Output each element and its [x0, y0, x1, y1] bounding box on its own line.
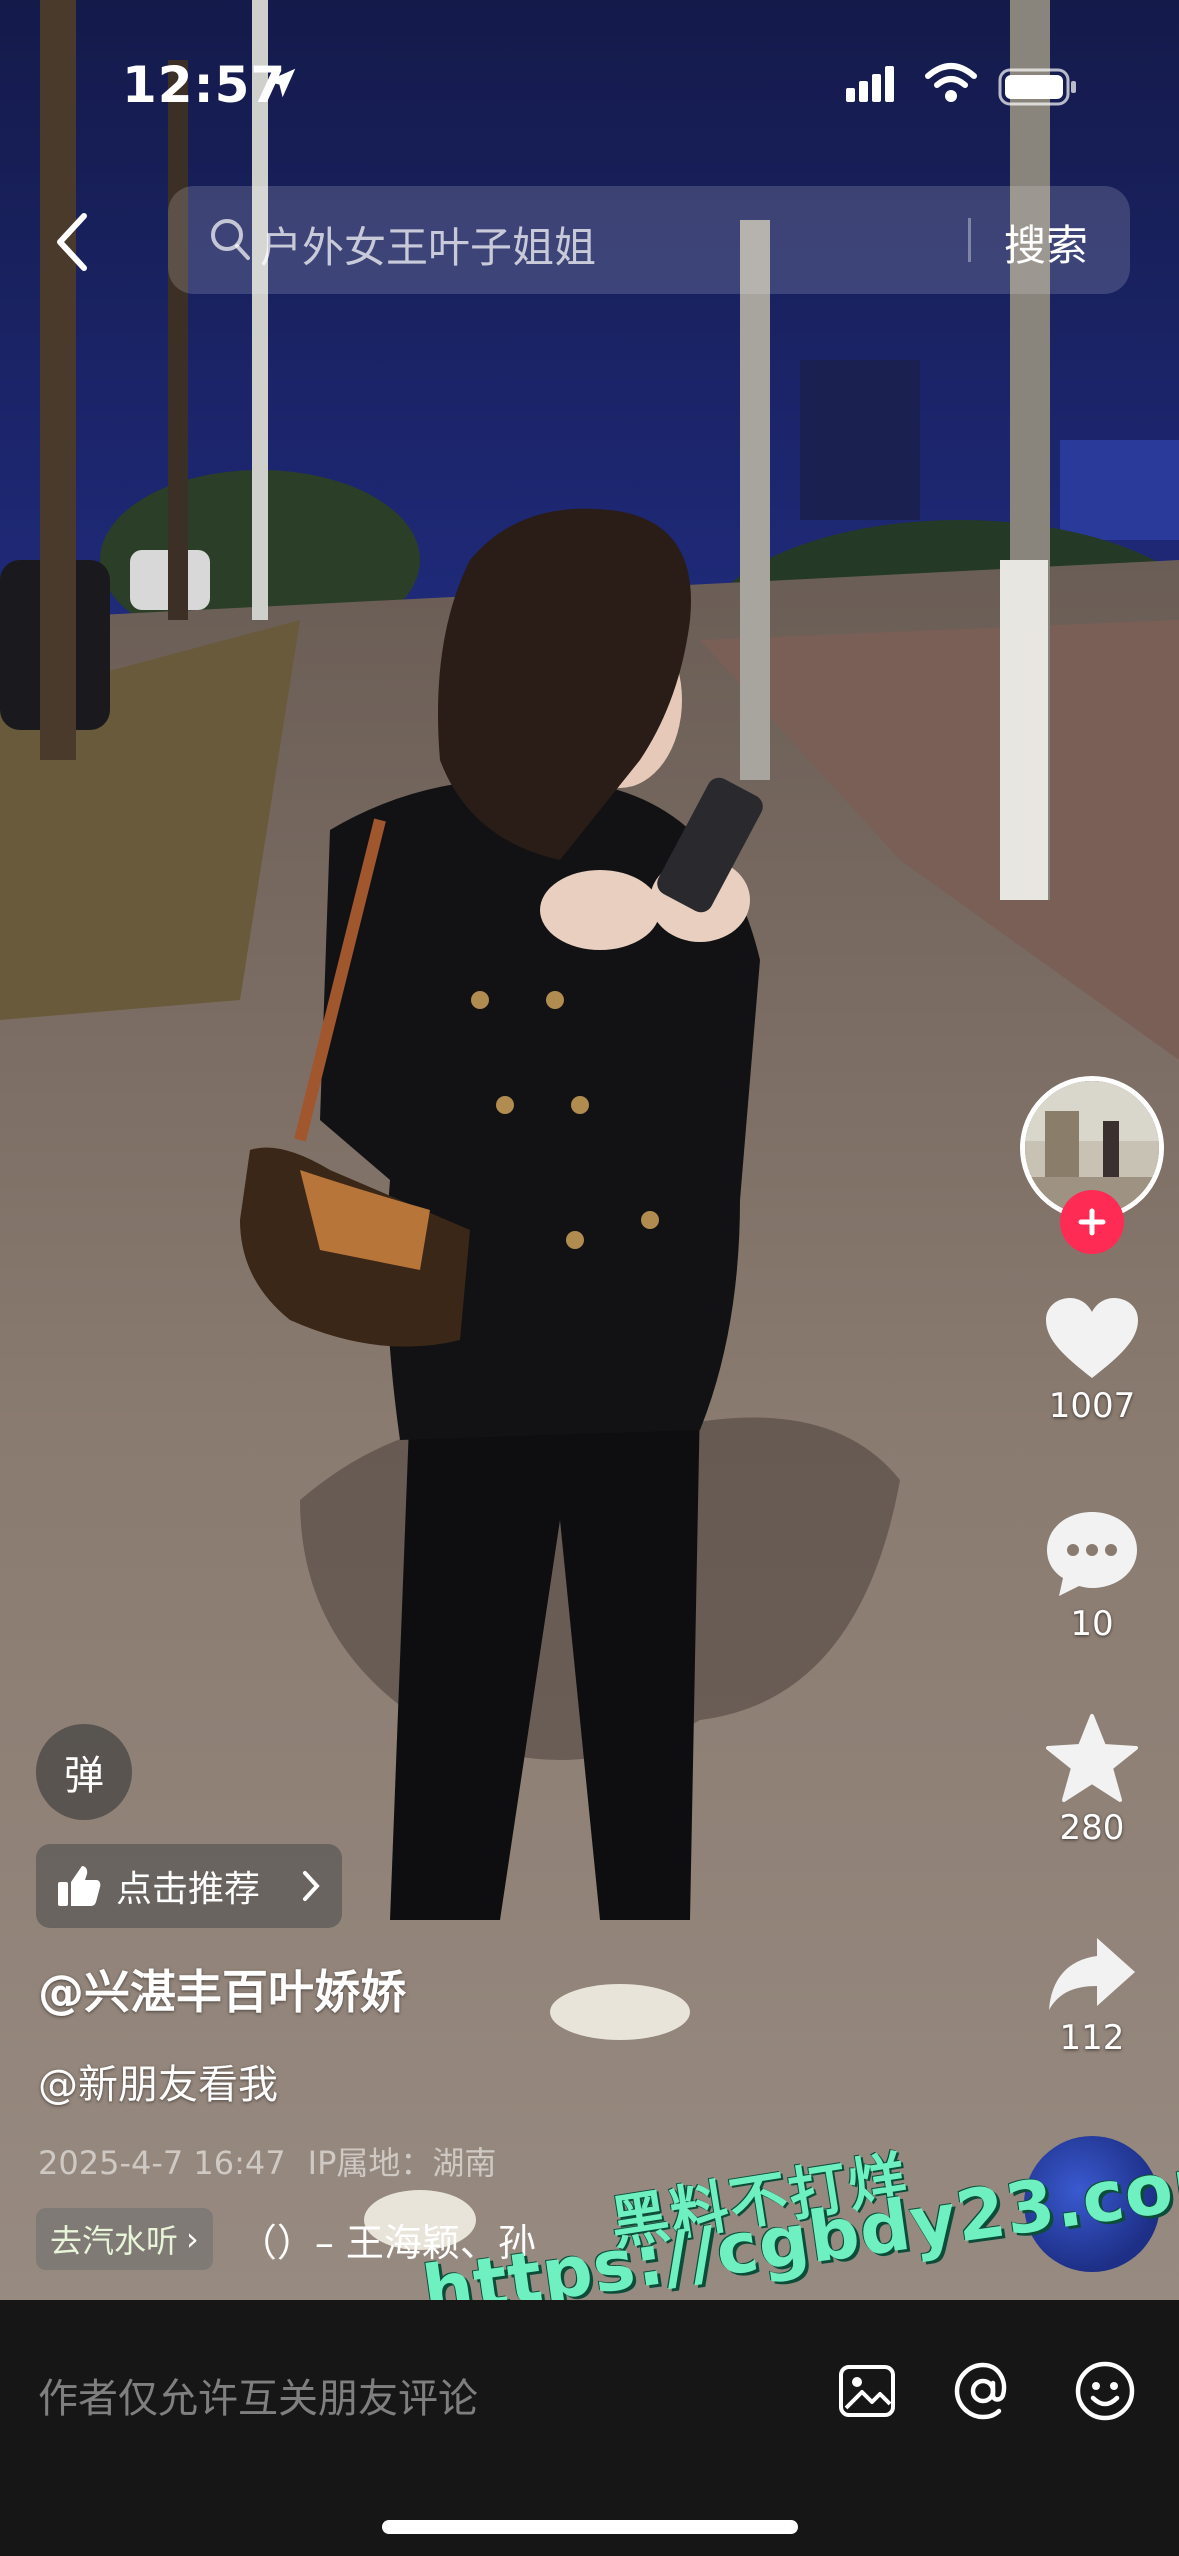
author-name[interactable]: @兴湛丰百叶娇娇 [38, 1956, 406, 2022]
location-arrow-icon [262, 64, 300, 106]
emoji-icon [1075, 2361, 1135, 2421]
music-pill-label: 去汽水听 [50, 2222, 179, 2260]
plus-icon [1078, 1208, 1106, 1236]
mention-button[interactable] [950, 2358, 1016, 2424]
back-button[interactable] [42, 204, 102, 280]
image-button[interactable] [834, 2358, 900, 2424]
video-frame[interactable] [0, 0, 1179, 2300]
wifi-icon [924, 62, 978, 108]
share-button[interactable]: 112 [1022, 1934, 1162, 2058]
heart-icon [1046, 1298, 1138, 1378]
danmu-toggle-button[interactable]: 弹 [36, 1724, 132, 1820]
star-icon [1046, 1714, 1138, 1802]
follow-button[interactable] [1060, 1190, 1124, 1254]
comment-bar: 作者仅允许互关朋友评论 [0, 2300, 1179, 2556]
music-app-pill[interactable]: 去汽水听 › [36, 2208, 213, 2270]
search-bar[interactable]: 户外女王叶子姐姐 搜索 [168, 186, 1130, 294]
chevron-right-icon: › [186, 2220, 199, 2258]
recommend-label: 点击推荐 [116, 1869, 261, 1910]
signal-icon [846, 66, 906, 106]
share-icon [1049, 1938, 1135, 2010]
chevron-right-icon [302, 1870, 320, 1906]
like-button[interactable]: 1007 [1022, 1296, 1162, 1426]
comment-icon [1047, 1512, 1137, 1596]
home-indicator[interactable] [382, 2520, 798, 2534]
comment-count: 10 [1070, 1604, 1114, 1644]
battery-icon [998, 68, 1078, 110]
favorite-button[interactable]: 280 [1022, 1712, 1162, 1848]
video-screen: 12:57 户外女王叶子姐姐 搜索 1007 10 280 112 弹 点击推荐… [0, 0, 1179, 2556]
video-caption[interactable]: @新朋友看我 [38, 2052, 278, 2110]
back-arrow-icon [57, 213, 87, 271]
search-input[interactable]: 户外女王叶子姐姐 [260, 214, 596, 275]
image-icon [839, 2365, 895, 2417]
thumbs-up-icon [58, 1866, 101, 1906]
danmu-label: 弹 [64, 1753, 104, 1799]
share-count: 112 [1059, 2018, 1125, 2058]
emoji-button[interactable] [1072, 2358, 1138, 2424]
recommend-button[interactable]: 点击推荐 [36, 1844, 342, 1928]
search-divider [968, 218, 971, 262]
comment-input[interactable]: 作者仅允许互关朋友评论 [38, 2366, 478, 2424]
status-bar: 12:57 [0, 0, 1179, 160]
video-background-image [0, 0, 1179, 2300]
favorite-count: 280 [1059, 1808, 1125, 1848]
search-icon [208, 216, 252, 266]
like-count: 1007 [1048, 1386, 1136, 1426]
post-date: 2025-4-7 16:47 [38, 2144, 286, 2182]
at-icon [954, 2362, 1007, 2420]
ip-location: IP属地：湖南 [307, 2144, 497, 2182]
comment-button[interactable]: 10 [1022, 1508, 1162, 1644]
video-meta: 2025-4-7 16:47 IP属地：湖南 [38, 2138, 518, 2184]
author-avatar-group[interactable] [1020, 1076, 1164, 1254]
search-button[interactable]: 搜索 [1004, 212, 1088, 273]
